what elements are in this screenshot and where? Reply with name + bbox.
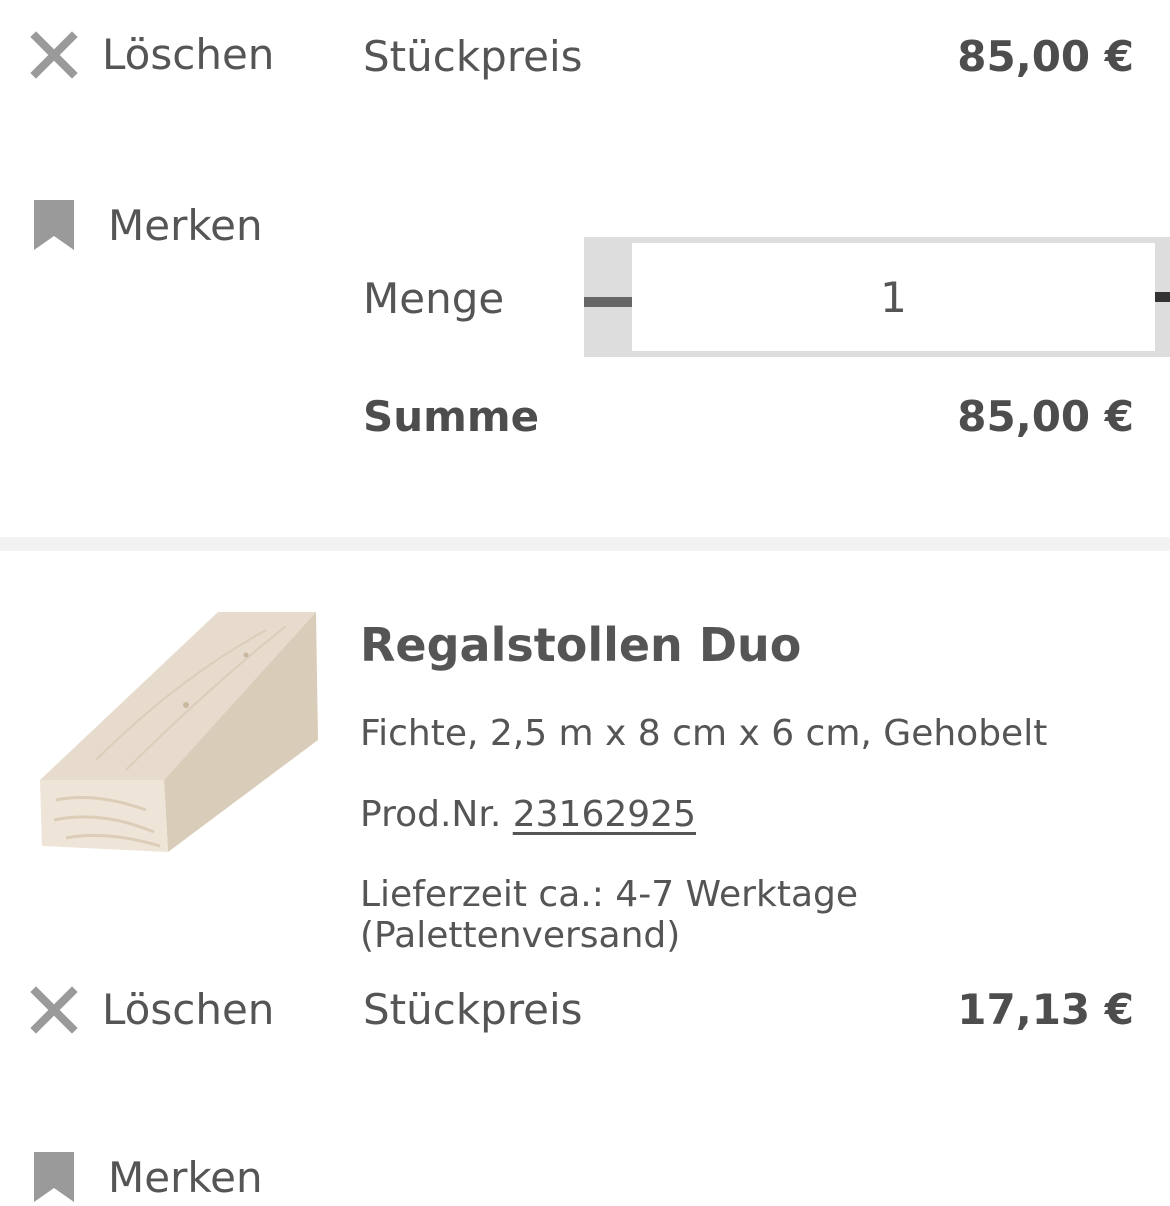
product-title[interactable]: Regalstollen Duo [360,618,801,672]
close-icon [30,985,78,1034]
decrease-quantity-button[interactable] [584,237,632,357]
bookmark-icon [34,1152,74,1202]
save-for-later-button[interactable]: Merken [34,200,263,250]
product-description: Fichte, 2,5 m x 8 cm x 6 cm, Gehobelt [360,713,1048,754]
save-for-later-label: Merken [108,200,263,250]
save-for-later-label: Merken [108,1152,263,1202]
close-icon [30,30,78,79]
save-for-later-button[interactable]: Merken [34,1152,263,1202]
bookmark-icon [34,200,74,250]
quantity-stepper [584,237,1170,357]
unit-price-label: Stückpreis [363,32,583,81]
wood-beam-illustration [40,612,318,852]
total-value: 85,00 € [957,392,1134,441]
product-number-link[interactable]: 23162925 [513,794,696,835]
unit-price-label: Stückpreis [363,985,583,1034]
product-number-label: Prod.Nr. [360,794,502,835]
delete-label: Löschen [102,30,275,79]
item-divider [0,537,1170,551]
increase-quantity-button[interactable] [1155,237,1170,357]
delete-button[interactable]: Löschen [30,985,274,1034]
unit-price-value: 85,00 € [957,32,1134,81]
delivery-time: Lieferzeit ca.: 4-7 Werktage (Palettenve… [360,874,859,956]
plus-icon [1155,272,1170,322]
quantity-input[interactable] [632,237,1155,357]
delete-button[interactable]: Löschen [30,30,274,79]
minus-icon [584,292,632,307]
total-label: Summe [363,392,540,441]
unit-price-value: 17,13 € [957,985,1134,1034]
delete-label: Löschen [102,985,275,1034]
product-image[interactable] [36,610,326,855]
quantity-label: Menge [363,274,505,323]
product-number: Prod.Nr. 23162925 [360,794,696,835]
